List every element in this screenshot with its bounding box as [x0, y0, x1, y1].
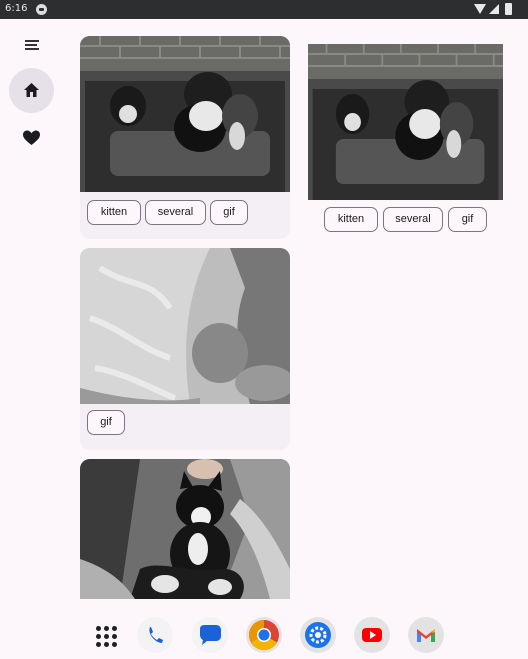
tag-chip[interactable]: gif: [210, 200, 248, 225]
gallery-card[interactable]: [80, 459, 290, 599]
tag-chip[interactable]: several: [383, 207, 443, 232]
gallery-card[interactable]: kitten several gif: [308, 44, 503, 234]
tag-chip[interactable]: gif: [448, 207, 487, 232]
navigation-rail: [0, 19, 64, 599]
gallery-card[interactable]: kitten several gif: [80, 36, 290, 239]
tag-chip[interactable]: kitten: [324, 207, 378, 232]
wifi-icon: [474, 4, 486, 14]
kittens-on-couch-photo[interactable]: [80, 36, 290, 192]
youtube-icon[interactable]: [354, 617, 390, 653]
gmail-icon[interactable]: [408, 617, 444, 653]
tag-chip[interactable]: kitten: [87, 200, 141, 225]
menu-icon[interactable]: [22, 36, 42, 52]
tag-chip[interactable]: gif: [87, 410, 125, 435]
kittens-on-couch-photo[interactable]: [308, 44, 503, 200]
phone-icon[interactable]: [137, 617, 173, 653]
app-drawer-icon[interactable]: [96, 626, 118, 648]
favorite-heart-icon: [23, 130, 40, 145]
messages-icon[interactable]: [192, 617, 228, 653]
app-dock: [0, 607, 528, 659]
blurry-cat-closeup-photo[interactable]: [80, 248, 290, 404]
signal-icon: [489, 4, 499, 14]
status-bar: 6:16: [0, 0, 528, 19]
tag-chip[interactable]: several: [145, 200, 206, 225]
home-nav-button[interactable]: [9, 68, 54, 113]
tuxedo-cat-on-lap-photo[interactable]: [80, 459, 290, 599]
gallery-card[interactable]: gif: [80, 248, 290, 450]
notification-dot-icon: [36, 4, 47, 15]
status-time: 6:16: [5, 3, 28, 14]
home-icon: [24, 83, 39, 97]
chrome-icon[interactable]: [246, 617, 282, 653]
battery-icon: [505, 3, 512, 15]
favorites-nav-button[interactable]: [9, 116, 54, 161]
settings-icon[interactable]: [300, 617, 336, 653]
